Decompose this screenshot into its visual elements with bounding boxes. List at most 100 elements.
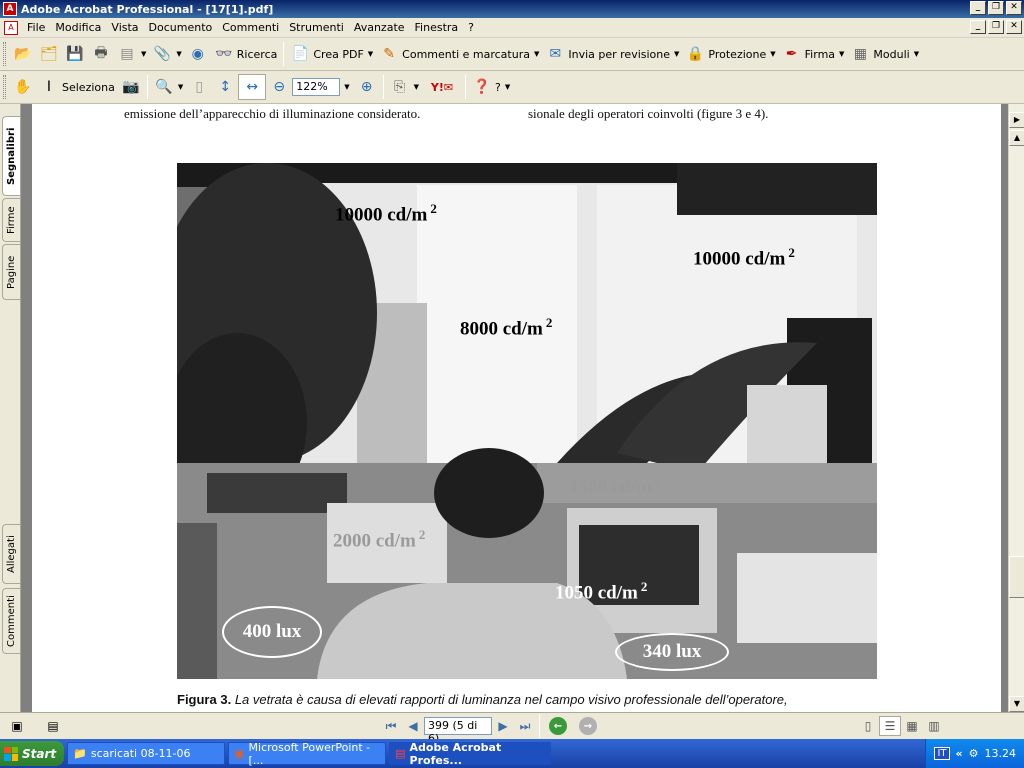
first-page-button[interactable]: ⏮ [380, 716, 402, 736]
print-icon: 🖶 [94, 45, 108, 61]
language-indicator[interactable]: IT [934, 747, 950, 760]
security-button[interactable]: 🔒 Protezione ▼ [682, 41, 778, 67]
menu-finestra[interactable]: Finestra [410, 21, 464, 34]
save-icon: 💾 [66, 46, 84, 62]
menu-commenti[interactable]: Commenti [217, 21, 284, 34]
luminance-label-4: 1500 cd/m 2 [569, 473, 661, 498]
fit-width-button[interactable]: ↔ [238, 74, 267, 100]
organizer-icon: 🗂 [40, 46, 58, 62]
fit-page-button[interactable]: ↕ [212, 74, 238, 100]
zoom-dropdown-arrow[interactable]: ▼ [344, 83, 349, 91]
scroll-down-arrow[interactable]: ▼ [1009, 696, 1024, 712]
window-titlebar[interactable]: A Adobe Acrobat Professional - [17[1].pd… [0, 0, 1024, 18]
menu-strumenti[interactable]: Strumenti [284, 21, 349, 34]
task-acrobat[interactable]: ▤ Adobe Acrobat Profes... [389, 741, 552, 767]
tab-attachments[interactable]: Allegati [2, 524, 20, 584]
actual-size-button[interactable]: ▯ [186, 74, 212, 100]
tray-expand-icon[interactable]: « [956, 747, 963, 760]
yahoo-button[interactable]: Y!✉ [422, 74, 462, 100]
scroll-thumb[interactable] [1009, 556, 1024, 598]
create-pdf-button[interactable]: 📄 Crea PDF ▼ [287, 41, 376, 67]
zoom-level-field[interactable]: 122% [292, 78, 341, 96]
open-button[interactable]: 📂 [10, 41, 36, 67]
go-back-button[interactable]: ← [549, 717, 567, 735]
pdf-page[interactable]: emissione dell’apparecchio di illuminazi… [32, 104, 1001, 712]
menu-modifica[interactable]: Modifica [50, 21, 106, 34]
start-button[interactable]: Start [0, 741, 65, 766]
menu-vista[interactable]: Vista [106, 21, 143, 34]
menu-documento[interactable]: Documento [144, 21, 218, 34]
menu-bar: A File Modifica Vista Documento Commenti… [0, 18, 1024, 38]
single-page-button[interactable]: ▯ [857, 716, 879, 736]
page-options-button[interactable]: ▤ [42, 716, 64, 736]
status-separator [539, 714, 540, 738]
luminance-label-1: 10000 cd/m 2 [335, 201, 437, 226]
task-explorer[interactable]: 📁 scaricati 08-11-06 [67, 742, 226, 765]
clock[interactable]: 13.24 [985, 747, 1017, 760]
last-page-button[interactable]: ⏭ [514, 716, 536, 736]
task-powerpoint[interactable]: ▣ Microsoft PowerPoint - [... [228, 741, 387, 767]
continuous-facing-button[interactable]: ▥ [923, 716, 945, 736]
menu-file[interactable]: File [22, 21, 50, 34]
tab-bookmarks[interactable]: Segnalibri [2, 116, 20, 196]
doc-minimize-button[interactable]: _ [970, 20, 986, 34]
restore-button[interactable]: ❐ [988, 1, 1004, 15]
zoom-tool-button[interactable]: 🔍 ▼ [151, 74, 186, 100]
minimize-button[interactable]: _ [970, 1, 986, 15]
document-icon[interactable]: A [4, 20, 18, 35]
comments-markup-button[interactable]: ✎ Commenti e marcatura ▼ [376, 41, 542, 67]
close-button[interactable]: ✕ [1006, 1, 1022, 15]
search-button[interactable]: 👓 Ricerca [211, 41, 281, 67]
menu-help[interactable]: ? [463, 21, 479, 34]
email-button[interactable]: ◉ [185, 41, 211, 67]
select-tool-button[interactable]: I Seleziona [36, 74, 118, 100]
organizer-button[interactable]: 🗂 [36, 41, 62, 67]
luminance-label-5: 2000 cd/m 2 [333, 527, 425, 552]
save-button[interactable]: 💾 [62, 41, 88, 67]
tab-pages[interactable]: Pagine [2, 244, 20, 300]
hand-tool-button[interactable]: ✋ [10, 74, 36, 100]
caption-label: Figura 3. [177, 692, 232, 707]
document-viewport[interactable]: emissione dell’apparecchio di illuminazi… [21, 104, 1008, 712]
forms-button[interactable]: ▦ Moduli ▼ [847, 41, 922, 67]
create-form-button[interactable]: ▤ ▼ [114, 41, 149, 67]
doc-close-button[interactable]: ✕ [1006, 20, 1022, 34]
send-review-icon: ✉ [549, 46, 562, 62]
panel-toggle-button[interactable]: ▣ [6, 716, 28, 736]
comments-label: Commenti e marcatura [402, 47, 530, 61]
email-globe-icon: ◉ [191, 46, 204, 62]
go-forward-button[interactable]: → [579, 717, 597, 735]
fit-page-icon: ↕ [219, 79, 232, 95]
help-button[interactable]: ❓? ▼ [469, 74, 513, 100]
toolbar-grip-2[interactable] [3, 75, 6, 99]
snapshot-button[interactable]: 📷 [118, 74, 144, 100]
sign-button[interactable]: ✒ Firma ▼ [779, 41, 848, 67]
toolbar-grip[interactable] [3, 42, 6, 66]
camera-icon: 📷 [122, 79, 140, 95]
attach-button[interactable]: 📎 ▼ [149, 41, 184, 67]
magnifier-icon: 🔍 [155, 79, 173, 95]
luminance-label-6-value: 1050 cd/m [555, 582, 638, 604]
next-page-button[interactable]: ▶ [492, 716, 514, 736]
vertical-scrollbar[interactable]: ▶ ▲ ▼ [1008, 104, 1024, 712]
network-icon[interactable]: ⚙ [969, 747, 979, 760]
page-number-field[interactable]: 399 (5 di 6) [424, 717, 492, 745]
task-explorer-label: scaricati 08-11-06 [90, 747, 191, 760]
zoom-in-button[interactable]: ⊕ [354, 74, 380, 100]
tab-signatures[interactable]: Firme [2, 198, 20, 242]
send-review-button[interactable]: ✉ Invia per revisione ▼ [542, 41, 682, 67]
continuous-page-button[interactable]: ☰ [879, 716, 901, 736]
window-title: Adobe Acrobat Professional - [17[1].pdf] [21, 2, 274, 16]
previous-page-button[interactable]: ◀ [402, 716, 424, 736]
folder-open-icon: 📂 [14, 46, 32, 62]
facing-pages-button[interactable]: ▦ [901, 716, 923, 736]
rotate-button[interactable]: ⎘ ▼ [387, 74, 422, 100]
tab-comments[interactable]: Commenti [2, 588, 20, 654]
print-button[interactable]: 🖶 [88, 41, 114, 67]
scroll-up-arrow[interactable]: ▲ [1009, 130, 1024, 146]
status-bar: ▣ ▤ ⏮ ◀ 399 (5 di 6) ▶ ⏭ ← → ▯ ☰ ▦ ▥ [0, 712, 1024, 745]
scroll-right-arrow[interactable]: ▶ [1009, 112, 1024, 128]
doc-restore-button[interactable]: ❐ [988, 20, 1004, 34]
menu-avanzate[interactable]: Avanzate [349, 21, 410, 34]
zoom-out-button[interactable]: ⊖ [266, 74, 292, 100]
